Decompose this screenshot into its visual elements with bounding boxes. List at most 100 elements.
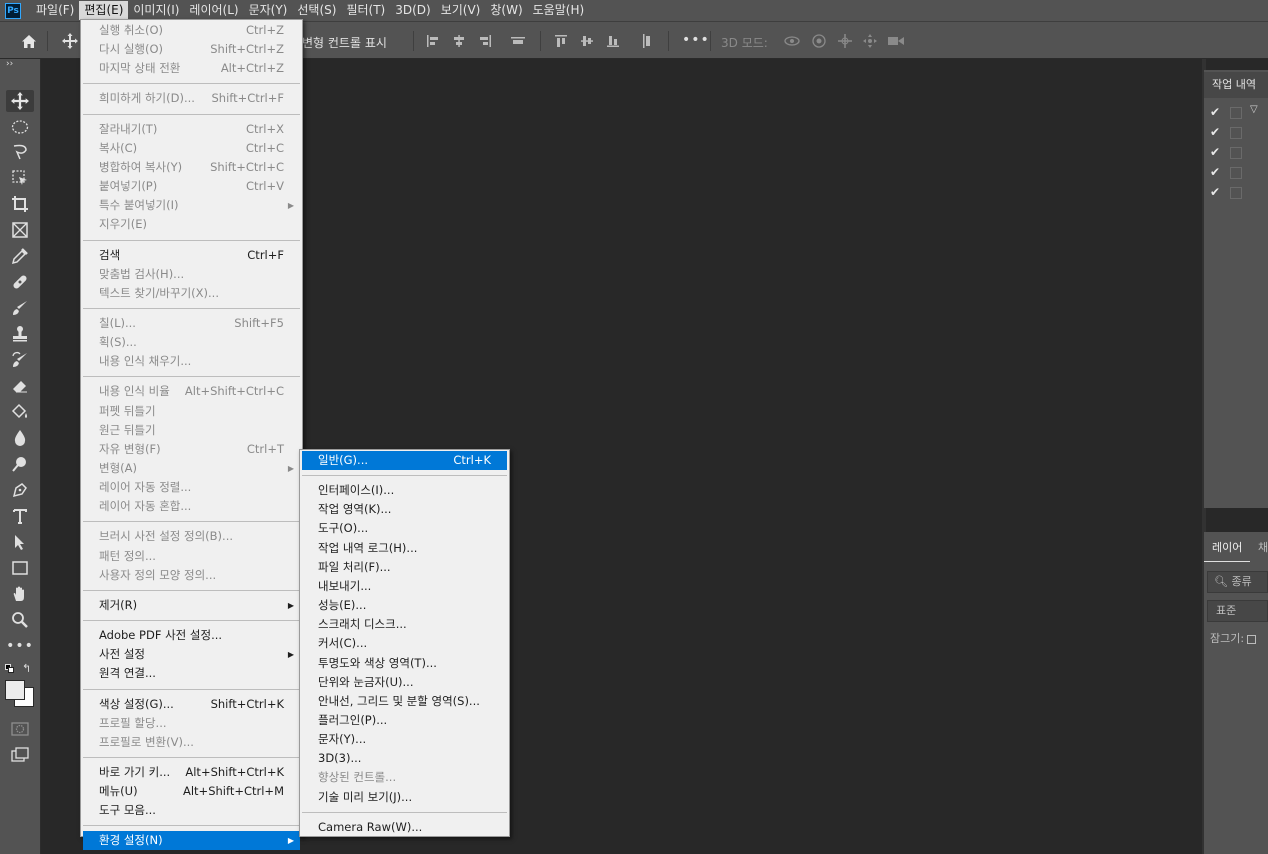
blend-mode-dropdown[interactable]: 표준: [1207, 600, 1268, 622]
home-icon[interactable]: [18, 31, 40, 51]
menu-item-원근-뒤틀기[interactable]: 원근 뒤틀기: [83, 421, 300, 440]
history-row[interactable]: ✔: [1204, 123, 1268, 143]
menu-item-지우기[interactable]: 지우기(E): [83, 215, 300, 234]
clone-stamp-icon[interactable]: [6, 323, 34, 345]
menu-item-내보내기[interactable]: 내보내기...: [302, 577, 507, 596]
path-selection-icon[interactable]: [6, 531, 34, 553]
lock-transparent-icon[interactable]: [1247, 634, 1257, 644]
menu-item-인터페이스[interactable]: 인터페이스(I)...: [302, 481, 507, 500]
menu-item-프로필-할당[interactable]: 프로필 할당...: [83, 714, 300, 733]
history-brush-icon[interactable]: [6, 349, 34, 371]
menu-item-바로-가기-키[interactable]: 바로 가기 키... Alt+Shift+Ctrl+K: [83, 763, 300, 782]
rectangle-tool-icon[interactable]: [6, 557, 34, 579]
3d-camera-icon[interactable]: [886, 32, 906, 50]
menu-item-성능[interactable]: 성능(E)...: [302, 596, 507, 615]
menu-item-Camera-Raw[interactable]: Camera Raw(W)...: [302, 818, 507, 837]
menu-item-내용-인식-비율[interactable]: 내용 인식 비율 Alt+Shift+Ctrl+C: [83, 382, 300, 401]
screen-mode-icon[interactable]: [6, 744, 34, 766]
eyedropper-icon[interactable]: [6, 245, 34, 267]
menu-item-자유-변형[interactable]: 자유 변형(F) Ctrl+T: [83, 440, 300, 459]
menu-item-사용자-정의-모양-정의[interactable]: 사용자 정의 모양 정의...: [83, 566, 300, 585]
3d-pan-icon[interactable]: [835, 32, 855, 50]
menu-item-3D[interactable]: 3D(3)...: [302, 749, 507, 768]
menu-item-레이어-자동-정렬[interactable]: 레이어 자동 정렬...: [83, 478, 300, 497]
menu-item-제거[interactable]: 제거(R) ▶: [83, 596, 300, 615]
menu-item-투명도와-색상-영역[interactable]: 투명도와 색상 영역(T)...: [302, 654, 507, 673]
history-panel-tab[interactable]: 작업 내역: [1204, 72, 1268, 98]
elliptical-marquee-icon[interactable]: [6, 116, 34, 138]
foreground-color-swatch[interactable]: [5, 680, 25, 700]
align-right-icon[interactable]: [476, 32, 494, 50]
menubar-item[interactable]: 3D(D): [390, 1, 435, 20]
align-middle-icon[interactable]: [578, 32, 596, 50]
menu-item-사전-설정[interactable]: 사전 설정 ▶: [83, 645, 300, 664]
eraser-icon[interactable]: [6, 375, 34, 397]
align-top-icon[interactable]: [552, 32, 570, 50]
type-tool-icon[interactable]: [6, 505, 34, 527]
menubar-item[interactable]: 레이어(L): [184, 1, 243, 20]
menu-item-레이어-자동-혼합[interactable]: 레이어 자동 혼합...: [83, 497, 300, 516]
menu-item-문자[interactable]: 문자(Y)...: [302, 730, 507, 749]
menu-item-특수-붙여넣기[interactable]: 특수 붙여넣기(I) ▶: [83, 196, 300, 215]
distribute-vertical-icon[interactable]: [638, 32, 656, 50]
menu-item-브러시-사전-설정-정의[interactable]: 브러시 사전 설정 정의(B)...: [83, 527, 300, 546]
menu-item-마지막-상태-전환[interactable]: 마지막 상태 전환 Alt+Ctrl+Z: [83, 59, 300, 78]
distribute-icon[interactable]: [509, 32, 527, 50]
object-selection-icon[interactable]: [6, 167, 34, 189]
menubar-item[interactable]: 창(W): [485, 1, 527, 20]
chevron-down-icon[interactable]: ▽: [1250, 104, 1258, 115]
align-bottom-icon[interactable]: [604, 32, 622, 50]
menubar-item[interactable]: 필터(T): [341, 1, 390, 20]
menu-item-플러그인[interactable]: 플러그인(P)...: [302, 711, 507, 730]
menu-item-기술-미리-보기[interactable]: 기술 미리 보기(J)...: [302, 788, 507, 807]
paint-bucket-icon[interactable]: [6, 401, 34, 423]
default-colors-icon[interactable]: [5, 664, 15, 674]
history-row[interactable]: ✔: [1204, 163, 1268, 183]
layer-filter-dropdown[interactable]: 🔍︎ 종류: [1207, 571, 1268, 593]
move-tool-icon[interactable]: [6, 90, 34, 112]
menu-item-복사[interactable]: 복사(C) Ctrl+C: [83, 139, 300, 158]
history-row[interactable]: ✔ ▽: [1204, 103, 1268, 123]
menubar-item[interactable]: 보기(V): [436, 1, 486, 20]
menu-item-퍼펫-뒤틀기[interactable]: 퍼펫 뒤틀기: [83, 402, 300, 421]
menubar-item[interactable]: 도움말(H): [528, 1, 590, 20]
lasso-tool-icon[interactable]: [6, 141, 34, 163]
menu-item-패턴-정의[interactable]: 패턴 정의...: [83, 547, 300, 566]
3d-slide-icon[interactable]: [860, 32, 880, 50]
menu-item-작업-영역[interactable]: 작업 영역(K)...: [302, 500, 507, 519]
hand-tool-icon[interactable]: [6, 583, 34, 605]
menu-item-작업-내역-로그[interactable]: 작업 내역 로그(H)...: [302, 539, 507, 558]
menu-item-텍스트-찾기/바꾸기[interactable]: 텍스트 찾기/바꾸기(X)...: [83, 284, 300, 303]
blur-tool-icon[interactable]: [6, 427, 34, 449]
menubar-item[interactable]: 선택(S): [292, 1, 341, 20]
more-options-icon[interactable]: •••: [682, 32, 710, 48]
edit-toolbar-icon[interactable]: •••: [6, 635, 34, 657]
menu-item-병합하여-복사[interactable]: 병합하여 복사(Y) Shift+Ctrl+C: [83, 158, 300, 177]
menubar-item[interactable]: 이미지(I): [128, 1, 184, 20]
menu-item-향상된-컨트롤[interactable]: 향상된 컨트롤...: [302, 768, 507, 787]
menu-item-커서[interactable]: 커서(C)...: [302, 634, 507, 653]
menu-item-도구-모음[interactable]: 도구 모음...: [83, 801, 300, 820]
dodge-tool-icon[interactable]: [6, 453, 34, 475]
zoom-tool-icon[interactable]: [6, 609, 34, 631]
menu-item-메뉴[interactable]: 메뉴(U) Alt+Shift+Ctrl+M: [83, 782, 300, 801]
transform-controls-label[interactable]: 변형 컨트롤 표시: [302, 34, 387, 51]
move-tool-icon[interactable]: [59, 31, 81, 51]
menu-item-맞춤법-검사[interactable]: 맞춤법 검사(H)...: [83, 265, 300, 284]
align-center-icon[interactable]: [450, 32, 468, 50]
align-left-icon[interactable]: [424, 32, 442, 50]
crop-tool-icon[interactable]: [6, 193, 34, 215]
pen-tool-icon[interactable]: [6, 479, 34, 501]
menu-item-획[interactable]: 획(S)...: [83, 333, 300, 352]
3d-roll-icon[interactable]: [809, 32, 829, 50]
menubar-item[interactable]: 편집(E): [79, 1, 129, 20]
menubar-item[interactable]: 파일(F): [31, 1, 79, 20]
healing-brush-icon[interactable]: [6, 271, 34, 293]
menu-item-원격-연결[interactable]: 원격 연결...: [83, 664, 300, 683]
layers-panel-tab[interactable]: 레이어: [1204, 534, 1250, 562]
frame-tool-icon[interactable]: [6, 219, 34, 241]
menu-item-색상-설정[interactable]: 색상 설정(G)... Shift+Ctrl+K: [83, 695, 300, 714]
menu-item-파일-처리[interactable]: 파일 처리(F)...: [302, 558, 507, 577]
menu-item-스크래치-디스크[interactable]: 스크래치 디스크...: [302, 615, 507, 634]
menu-item-변형[interactable]: 변형(A) ▶: [83, 459, 300, 478]
